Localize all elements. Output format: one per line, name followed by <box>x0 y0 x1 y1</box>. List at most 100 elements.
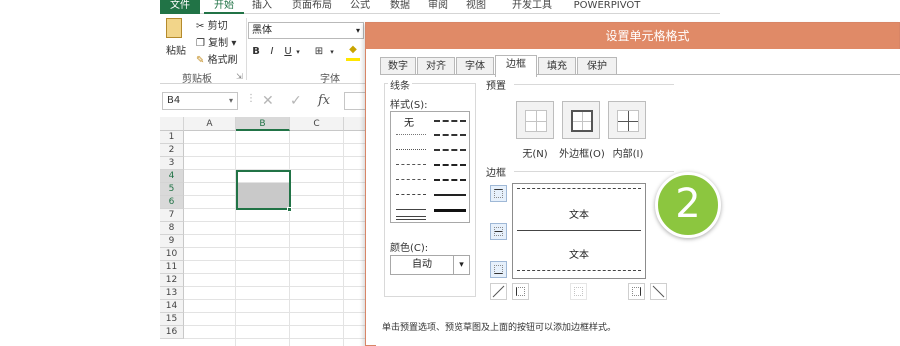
line-color-select[interactable]: 自动 ▾ <box>390 255 470 275</box>
line-style-option[interactable] <box>434 120 466 122</box>
row-header[interactable]: 3 <box>160 157 184 170</box>
excel-window: 文件 开始 插入 页面布局 公式 数据 审阅 视图 开发工具 POWERPIVO… <box>0 0 900 346</box>
font-name-select[interactable]: 黑体 ▾ <box>248 22 364 39</box>
preset-none-button[interactable] <box>516 101 554 139</box>
line-style-option[interactable] <box>396 149 426 150</box>
fill-color-icon[interactable]: ◆ <box>346 42 360 58</box>
select-all-corner[interactable] <box>160 117 184 131</box>
paste-icon[interactable] <box>166 18 182 38</box>
line-style-option[interactable] <box>396 134 426 135</box>
cancel-icon[interactable]: ✕ <box>262 92 274 110</box>
chevron-down-icon: ▾ <box>228 96 233 105</box>
dialog-launcher-icon[interactable]: ⇲ <box>236 72 243 81</box>
dialog-title: 设置单元格格式 <box>366 23 899 49</box>
border-middle-horizontal-button[interactable] <box>490 223 507 240</box>
spreadsheet-grid: A B C 1 2 3 4 5 6 7 8 9 10 11 12 13 14 15 16 <box>160 117 370 346</box>
row-header[interactable]: 13 <box>160 287 184 300</box>
border-middle-vertical-button[interactable] <box>570 283 587 300</box>
row-header[interactable]: 6 <box>160 196 184 209</box>
border-diagonal-down-button[interactable] <box>650 283 667 300</box>
row-header[interactable]: 16 <box>160 326 184 339</box>
row-header[interactable]: 15 <box>160 313 184 326</box>
line-style-none[interactable]: 无 <box>399 114 419 129</box>
font-name-value: 黑体 <box>252 25 272 36</box>
border-left-button[interactable] <box>512 283 529 300</box>
row-header[interactable]: 5 <box>160 183 184 196</box>
tab-review[interactable]: 审阅 <box>424 0 452 14</box>
row-header[interactable]: 1 <box>160 131 184 144</box>
border-top-icon <box>494 189 503 198</box>
format-painter-button[interactable]: ✎ 格式刷 <box>196 51 238 66</box>
line-style-list[interactable]: 无 <box>390 111 470 223</box>
border-tab-panel: 线条 样式(S): 无 颜色(C): 自动 ▾ 预置 无(N) 外边框(O) 内… <box>380 74 900 346</box>
fill-color-bar <box>346 58 360 61</box>
line-style-option[interactable] <box>396 194 426 195</box>
row-header[interactable]: 10 <box>160 248 184 261</box>
copy-icon: ❐ <box>196 38 205 49</box>
selection-border[interactable] <box>236 170 291 210</box>
tab-data[interactable]: 数据 <box>386 0 414 14</box>
name-box[interactable]: B4 ▾ <box>162 92 238 110</box>
tab-border[interactable]: 边框 <box>495 55 537 77</box>
copy-button[interactable]: ❐ 复制 ▾ <box>196 34 236 49</box>
line-style-option[interactable] <box>434 209 466 212</box>
border-right-icon <box>632 287 641 296</box>
column-header-a[interactable]: A <box>184 117 236 131</box>
border-divider <box>514 171 674 172</box>
border-top-button[interactable] <box>490 185 507 202</box>
line-style-option[interactable] <box>434 149 466 151</box>
tab-view[interactable]: 视图 <box>462 0 490 14</box>
paste-button[interactable]: 粘贴 <box>166 42 186 57</box>
tab-file[interactable]: 文件 <box>160 0 200 14</box>
tab-page-layout[interactable]: 页面布局 <box>284 0 340 14</box>
border-preview[interactable]: 文本 文本 <box>512 183 646 279</box>
tab-insert[interactable]: 插入 <box>248 0 276 14</box>
preview-bottom-border[interactable] <box>517 270 641 271</box>
insert-function-button[interactable]: fx <box>318 92 330 110</box>
row-header[interactable]: 12 <box>160 274 184 287</box>
underline-button[interactable]: U <box>282 44 294 60</box>
line-style-option[interactable] <box>396 179 426 180</box>
fill-handle[interactable] <box>287 207 292 212</box>
row-header[interactable]: 11 <box>160 261 184 274</box>
border-bottom-button[interactable] <box>490 261 507 278</box>
preset-inside-button[interactable] <box>608 101 646 139</box>
bold-button[interactable]: B <box>250 44 262 60</box>
chevron-down-icon[interactable]: ▾ <box>294 44 302 60</box>
italic-button[interactable]: I <box>266 44 278 60</box>
border-horizontal-icon <box>494 227 503 236</box>
row-header[interactable]: 8 <box>160 222 184 235</box>
tab-home[interactable]: 开始 <box>204 0 244 14</box>
tab-formulas[interactable]: 公式 <box>346 0 374 14</box>
row-header[interactable]: 9 <box>160 235 184 248</box>
row-header[interactable]: 7 <box>160 209 184 222</box>
tab-powerpivot[interactable]: POWERPIVOT <box>568 0 646 14</box>
name-box-value: B4 <box>167 95 181 106</box>
row-header[interactable]: 4 <box>160 170 184 183</box>
clipboard-group-label: 剪贴板 <box>182 74 212 85</box>
column-header-b[interactable]: B <box>236 117 290 131</box>
line-group-label: 线条 <box>388 77 412 92</box>
hint-text: 单击预置选项、预览草图及上面的按钮可以添加边框样式。 <box>382 323 617 333</box>
preview-middle-border[interactable] <box>517 230 641 231</box>
preset-outline-button[interactable] <box>562 101 600 139</box>
confirm-icon[interactable]: ✓ <box>290 92 302 110</box>
preview-top-border[interactable] <box>517 188 641 189</box>
line-style-option[interactable] <box>396 164 426 165</box>
border-diagonal-up-button[interactable] <box>490 283 507 300</box>
borders-button[interactable]: ⊞ <box>310 44 328 60</box>
column-header-c[interactable]: C <box>290 117 344 131</box>
cut-button[interactable]: ✂ 剪切 <box>196 17 228 32</box>
line-style-option[interactable] <box>434 134 466 136</box>
line-style-option[interactable] <box>396 209 426 210</box>
tab-developer[interactable]: 开发工具 <box>504 0 560 14</box>
border-grid-icon: ⊞ <box>314 46 324 57</box>
row-header[interactable]: 2 <box>160 144 184 157</box>
line-style-option[interactable] <box>396 216 426 220</box>
line-style-option[interactable] <box>434 164 466 166</box>
row-header[interactable]: 14 <box>160 300 184 313</box>
chevron-down-icon[interactable]: ▾ <box>328 44 336 60</box>
line-style-option[interactable] <box>434 194 466 196</box>
border-right-button[interactable] <box>628 283 645 300</box>
line-style-option[interactable] <box>434 179 466 181</box>
